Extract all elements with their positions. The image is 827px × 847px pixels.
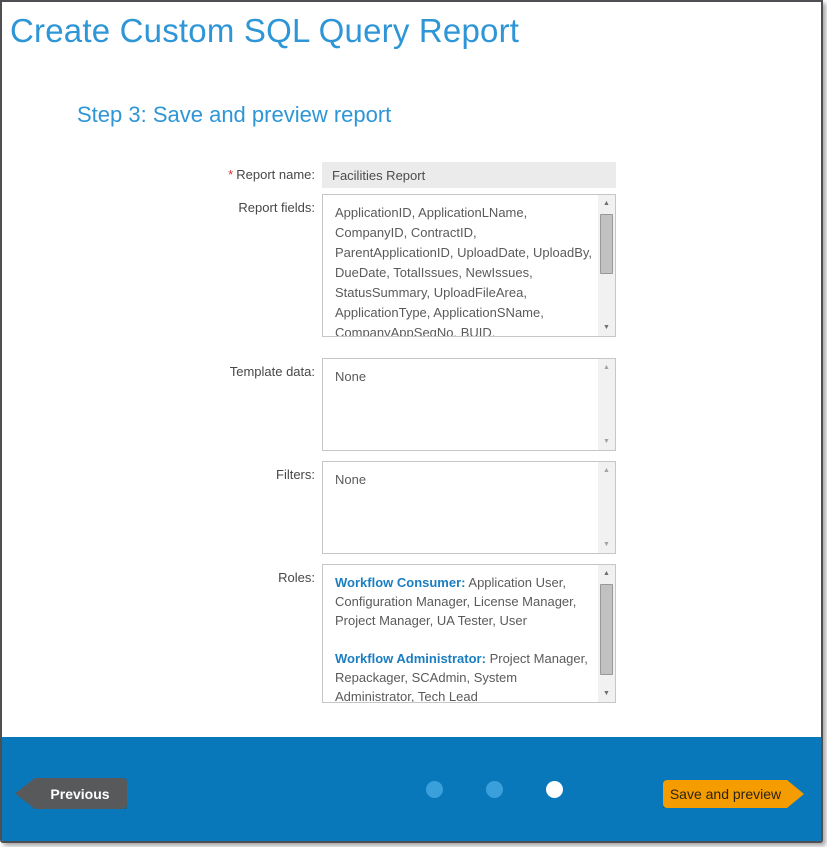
scroll-up-icon[interactable]: ▲ — [598, 195, 615, 212]
template-data-box[interactable]: None ▲ ▼ — [322, 358, 616, 451]
template-data-text: None — [323, 359, 598, 450]
save-and-preview-button[interactable]: Save and preview — [663, 780, 804, 808]
pager-dot-3[interactable] — [546, 781, 563, 798]
roles-scrollbar[interactable]: ▲ ▼ — [598, 565, 615, 702]
template-data-row: Template data: None ▲ ▼ — [2, 358, 821, 451]
roles-box[interactable]: Workflow Consumer: Application User, Con… — [322, 564, 616, 703]
wizard-footer: Previous Save and preview — [2, 737, 821, 841]
role-group: Workflow Administrator: Project Manager,… — [335, 649, 594, 702]
report-fields-scrollbar[interactable]: ▲ ▼ — [598, 195, 615, 336]
pager-dot-2[interactable] — [486, 781, 503, 798]
template-data-scrollbar[interactable]: ▲ ▼ — [598, 359, 615, 450]
filters-box[interactable]: None ▲ ▼ — [322, 461, 616, 554]
report-name-label-text: Report name: — [236, 167, 315, 182]
roles-text: Workflow Consumer: Application User, Con… — [323, 565, 598, 702]
filters-text: None — [323, 462, 598, 553]
pager-dot-1[interactable] — [426, 781, 443, 798]
roles-row: Roles: Workflow Consumer: Application Us… — [2, 564, 821, 703]
create-report-wizard: Create Custom SQL Query Report Step 3: S… — [0, 0, 823, 843]
report-fields-label: Report fields: — [2, 194, 315, 337]
filters-label: Filters: — [2, 461, 315, 554]
step-pager — [426, 781, 563, 798]
required-asterisk: * — [228, 167, 233, 182]
filters-scrollbar[interactable]: ▲ ▼ — [598, 462, 615, 553]
report-fields-row: Report fields: ApplicationID, Applicatio… — [2, 194, 821, 337]
roles-label: Roles: — [2, 564, 315, 703]
role-group-name: Workflow Administrator: — [335, 651, 486, 666]
report-fields-box[interactable]: ApplicationID, ApplicationLName, Company… — [322, 194, 616, 337]
report-name-input[interactable] — [322, 162, 616, 188]
scroll-down-icon[interactable]: ▼ — [598, 536, 615, 553]
report-name-label: *Report name: — [2, 162, 315, 188]
scroll-up-icon[interactable]: ▲ — [598, 462, 615, 479]
scroll-down-icon[interactable]: ▼ — [598, 319, 615, 336]
template-data-label: Template data: — [2, 358, 315, 451]
role-group: Workflow Consumer: Application User, Con… — [335, 573, 594, 630]
scrollbar-thumb[interactable] — [600, 584, 613, 675]
scroll-down-icon[interactable]: ▼ — [598, 433, 615, 450]
previous-button[interactable]: Previous — [15, 778, 127, 809]
scroll-up-icon[interactable]: ▲ — [598, 565, 615, 582]
scrollbar-thumb[interactable] — [600, 214, 613, 274]
role-group-name: Workflow Consumer: — [335, 575, 466, 590]
scroll-up-icon[interactable]: ▲ — [598, 359, 615, 376]
step-heading: Step 3: Save and preview report — [77, 102, 821, 128]
report-fields-text: ApplicationID, ApplicationLName, Company… — [323, 195, 598, 336]
report-name-row: *Report name: — [2, 162, 821, 188]
page-title: Create Custom SQL Query Report — [10, 12, 821, 50]
scroll-down-icon[interactable]: ▼ — [598, 685, 615, 702]
report-form: *Report name: Report fields: Application… — [2, 162, 821, 703]
filters-row: Filters: None ▲ ▼ — [2, 461, 821, 554]
